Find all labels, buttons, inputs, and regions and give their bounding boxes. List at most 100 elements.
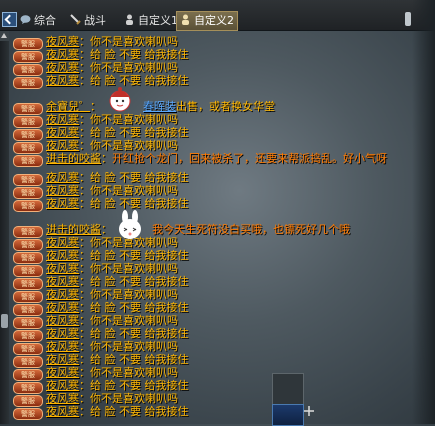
sender-name[interactable]: 夜风寒 (46, 379, 79, 392)
separator: ： (101, 152, 112, 165)
separator: ： (79, 301, 90, 314)
sender-name[interactable]: 夜风寒 (46, 327, 79, 340)
message-text: 出售，或者换女华堂 (176, 100, 275, 113)
message-text: 给 脸 不要 给我接住 (90, 48, 189, 61)
separator: ： (79, 249, 90, 262)
scroll-handle[interactable] (405, 12, 411, 26)
sender-name[interactable]: 夜风寒 (46, 353, 79, 366)
sender-name[interactable]: 夜风寒 (46, 366, 79, 379)
separator: ： (79, 61, 90, 74)
separator: ： (79, 392, 90, 405)
person-icon (180, 13, 191, 25)
person-icon (124, 13, 135, 25)
message-text: 你不是喜欢喇叭吗 (90, 340, 178, 353)
message-text: 你不是喜欢喇叭吗 (90, 314, 178, 327)
sender-name[interactable]: 夜风寒 (46, 236, 79, 249)
scroll-up-icon[interactable] (0, 31, 9, 41)
tab-custom-1[interactable]: 自定义1 (121, 12, 181, 30)
separator: ： (79, 236, 90, 249)
separator: ： (79, 126, 90, 139)
channel-menu-icon[interactable] (2, 12, 17, 27)
sender-name[interactable]: 进击的咬酱 (46, 152, 101, 165)
separator: ： (79, 405, 90, 418)
skill-slot-icon[interactable] (272, 404, 304, 426)
message-text: 你不是喜欢喇叭吗 (90, 139, 178, 152)
message-text: 你不是喜欢喇叭吗 (90, 288, 178, 301)
sender-name[interactable]: 夜风寒 (46, 113, 79, 126)
message-text: 你不是喜欢喇叭吗 (90, 262, 178, 275)
message-text: 给 脸 不要 给我接住 (90, 405, 189, 418)
sender-name[interactable]: 夜风寒 (46, 184, 79, 197)
separator: ： (79, 197, 90, 210)
separator: ： (101, 223, 112, 236)
separator: ： (79, 74, 90, 87)
item-link[interactable]: 春晖装 (143, 100, 176, 113)
guild-badge: 警服 (13, 155, 43, 167)
sender-name[interactable]: 夜风寒 (46, 48, 79, 61)
sender-name[interactable]: 夜风寒 (46, 74, 79, 87)
rabbit-emote-icon (119, 210, 141, 239)
separator: ： (79, 184, 90, 197)
tab-general[interactable]: 综合 (17, 12, 59, 30)
move-cursor-icon (304, 406, 314, 416)
sword-icon (70, 13, 81, 25)
skill-slot[interactable] (272, 373, 304, 405)
separator: ： (79, 48, 90, 61)
chat-scrollbar[interactable] (0, 31, 9, 424)
sender-name[interactable]: 夜风寒 (46, 301, 79, 314)
sender-name[interactable]: 夜风寒 (46, 139, 79, 152)
separator: ： (79, 262, 90, 275)
chat-message: 警服 夜风寒：给 脸 不要 给我接住 (13, 74, 413, 89)
message-text: 给 脸 不要 给我接住 (90, 275, 189, 288)
separator: ： (79, 275, 90, 288)
chat-message: 警服 夜风寒：给 脸 不要 给我接住 (13, 197, 413, 212)
message-text: 开红抢个龙门，回来被杀了，还要来帮派捣乱。好小气呀 (112, 152, 387, 165)
separator: ： (79, 314, 90, 327)
separator: ： (79, 366, 90, 379)
sender-name[interactable]: 夜风寒 (46, 275, 79, 288)
message-text: 给 脸 不要 给我接住 (90, 327, 189, 340)
chat-tab-bar: 综合 战斗 自定义1 自定义2 (0, 0, 435, 31)
sender-name[interactable]: 夜风寒 (46, 61, 79, 74)
message-text: 你不是喜欢喇叭吗 (90, 366, 178, 379)
message-text: 给 脸 不要 给我接住 (90, 353, 189, 366)
tab-label: 自定义2 (194, 14, 234, 27)
message-text: 你不是喜欢喇叭吗 (90, 184, 178, 197)
message-text: 给 脸 不要 给我接住 (90, 249, 189, 262)
tab-combat[interactable]: 战斗 (67, 12, 109, 30)
message-text: 你不是喜欢喇叭吗 (90, 113, 178, 126)
sender-name[interactable]: 夜风寒 (46, 197, 79, 210)
tab-label: 自定义1 (138, 14, 178, 27)
message-text: 给 脸 不要 给我接住 (90, 379, 189, 392)
sender-name[interactable]: 夜风寒 (46, 262, 79, 275)
message-text: 我今天生死符没白买哦，也镖死好几个哦 (152, 223, 350, 236)
sender-name[interactable]: 夜风寒 (46, 314, 79, 327)
separator: ： (79, 35, 90, 48)
sender-name[interactable]: 夜风寒 (46, 171, 79, 184)
avatar-emote-icon (109, 87, 131, 112)
chat-message: 警服 夜风寒：给 脸 不要 给我接住 (13, 405, 413, 420)
sender-name[interactable]: 夜风寒 (46, 340, 79, 353)
sender-name[interactable]: 夜风寒 (46, 288, 79, 301)
chat-message: 警服 进击的咬酱：开红抢个龙门，回来被杀了，还要来帮派捣乱。好小气呀 (13, 152, 408, 167)
guild-badge: 警服 (13, 200, 43, 212)
sender-name[interactable]: 夜风寒 (46, 249, 79, 262)
separator: ： (79, 113, 90, 126)
sender-name[interactable]: 夜风寒 (46, 35, 79, 48)
sender-name[interactable]: 夜风寒 (46, 392, 79, 405)
tab-label: 综合 (34, 14, 56, 27)
chat-bubble-icon (20, 13, 31, 24)
sender-name[interactable]: 夜风寒 (46, 405, 79, 418)
message-text: 给 脸 不要 给我接住 (90, 74, 189, 87)
scroll-thumb[interactable] (1, 314, 8, 328)
separator: ： (79, 353, 90, 366)
separator: ： (79, 340, 90, 353)
sender-name[interactable]: 夜风寒 (46, 126, 79, 139)
guild-badge: 警服 (13, 408, 43, 420)
sender-name[interactable]: 进击的咬酱 (46, 223, 101, 236)
sender-name[interactable]: 余寶兒゜ (46, 100, 90, 113)
guild-badge: 警服 (13, 77, 43, 89)
tab-custom-2[interactable]: 自定义2 (176, 11, 238, 31)
message-text: 你不是喜欢喇叭吗 (90, 392, 178, 405)
separator: ： (79, 288, 90, 301)
